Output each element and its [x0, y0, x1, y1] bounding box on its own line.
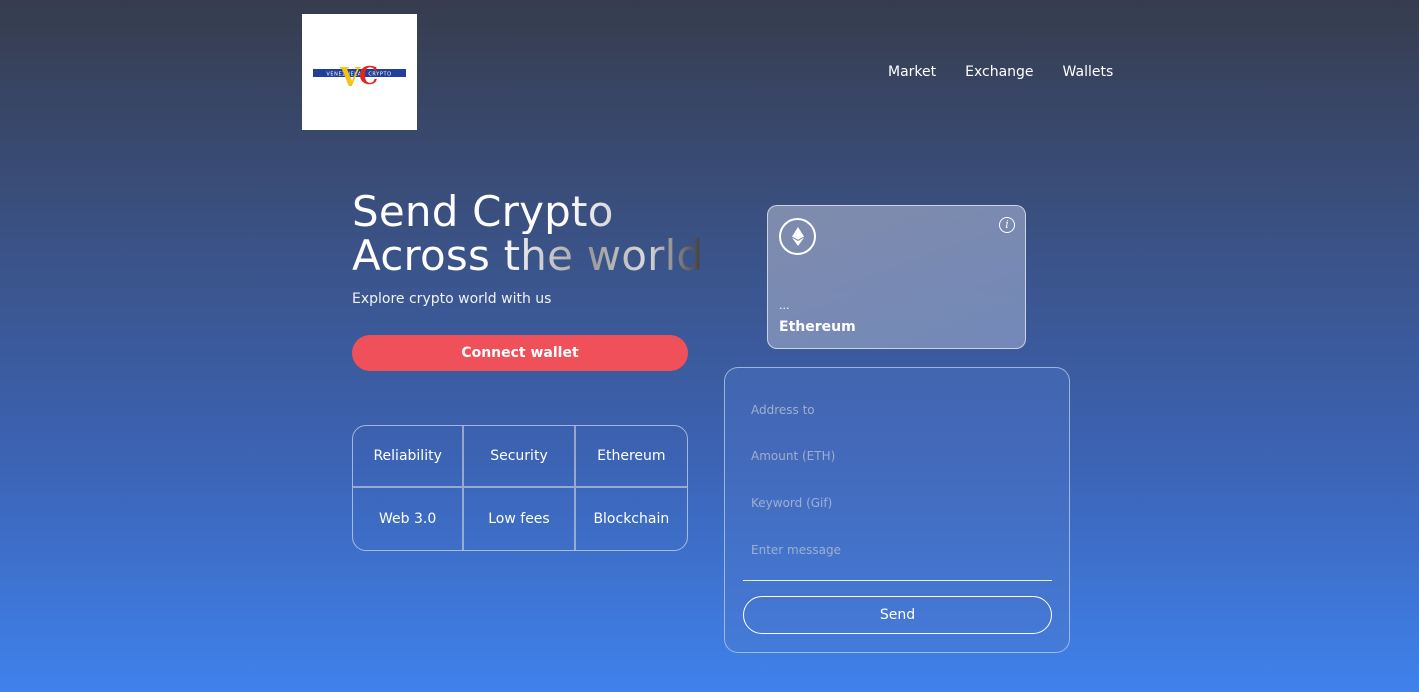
ethereum-icon: [779, 218, 816, 255]
site-logo[interactable]: VENEZUELAN CRYPTO V C: [302, 14, 417, 130]
feature-security: Security: [464, 426, 576, 488]
keyword-input[interactable]: [743, 485, 1053, 521]
ethereum-card: i ... Ethereum: [767, 205, 1026, 349]
hero-subtitle: Explore crypto world with us: [352, 291, 552, 307]
nav-market-link[interactable]: Market: [888, 62, 936, 82]
form-divider: [743, 580, 1052, 581]
vc-logo-mark: VENEZUELAN CRYPTO V C: [313, 61, 406, 93]
hero-title: Send Crypto Across the world: [352, 190, 703, 278]
svg-text:V: V: [339, 63, 361, 93]
send-button[interactable]: Send: [743, 596, 1052, 634]
card-wallet-address: ...: [779, 299, 790, 312]
connect-wallet-button[interactable]: Connect wallet: [352, 335, 688, 371]
hero-title-line-2: Across the world: [352, 231, 704, 280]
nav-exchange-link[interactable]: Exchange: [965, 62, 1033, 82]
nav-wallets-link[interactable]: Wallets: [1063, 62, 1114, 82]
feature-web3: Web 3.0: [353, 488, 465, 550]
main-nav: Market Exchange Wallets: [888, 62, 1113, 82]
feature-blockchain: Blockchain: [593, 511, 670, 527]
svg-text:C: C: [359, 61, 378, 90]
hero-title-line-1: Send Crypto: [352, 190, 703, 234]
feature-reliability: Reliability: [353, 426, 465, 488]
features-grid: Reliability Security Ethereum Web 3.0 Lo…: [352, 425, 688, 551]
feature-ethereum: Ethereum: [575, 426, 687, 488]
card-network-name: Ethereum: [779, 319, 856, 335]
send-form: Send: [724, 367, 1070, 653]
info-icon[interactable]: i: [999, 217, 1015, 233]
amount-input[interactable]: [743, 438, 1053, 474]
message-input[interactable]: [743, 532, 1053, 568]
feature-low-fees: Low fees: [464, 488, 576, 550]
address-to-input[interactable]: [743, 392, 1053, 428]
